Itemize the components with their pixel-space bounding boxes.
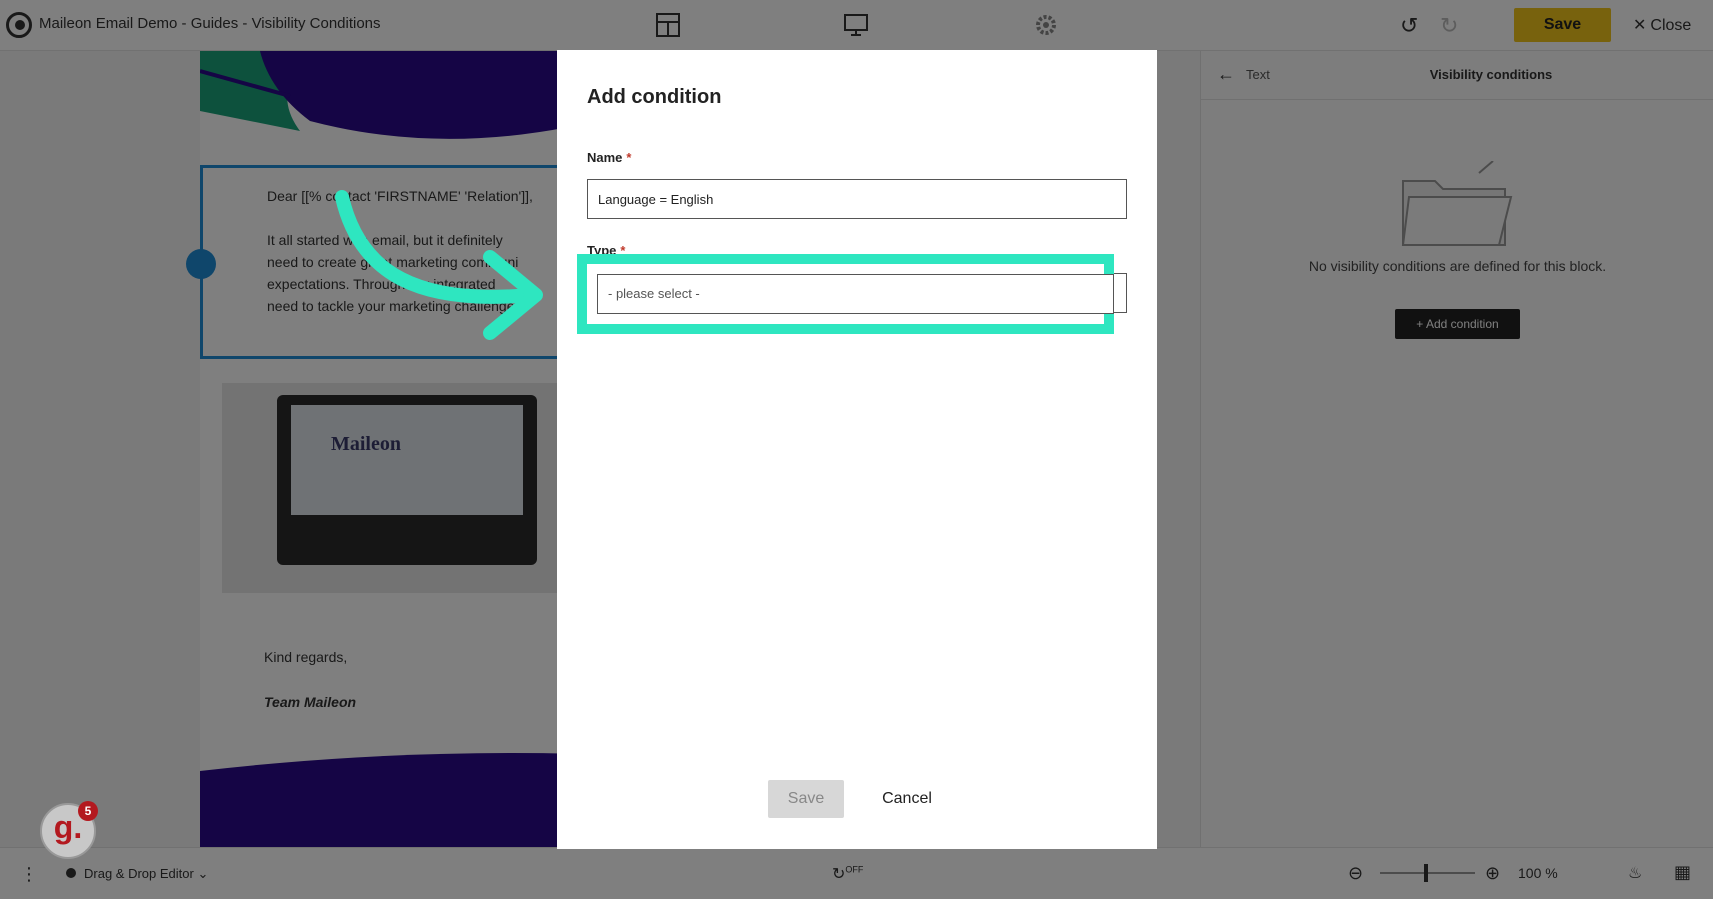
dialog-save-button[interactable]: Save xyxy=(768,780,844,818)
name-input[interactable] xyxy=(587,179,1127,219)
guide-count-badge: 5 xyxy=(78,801,98,821)
highlight-inner: - please select - xyxy=(587,264,1114,324)
dialog-title: Add condition xyxy=(587,86,722,108)
guide-arrow-icon xyxy=(335,190,543,340)
add-condition-dialog: Add condition Name* Type* - please selec… xyxy=(557,50,1157,849)
name-label-text: Name xyxy=(587,150,623,165)
dialog-cancel-button[interactable]: Cancel xyxy=(865,780,949,818)
required-marker: * xyxy=(626,150,632,165)
type-select-highlighted[interactable]: - please select - xyxy=(597,274,1114,314)
guide-highlight-frame: - please select - xyxy=(577,254,1114,334)
name-field-label: Name * xyxy=(587,150,631,165)
